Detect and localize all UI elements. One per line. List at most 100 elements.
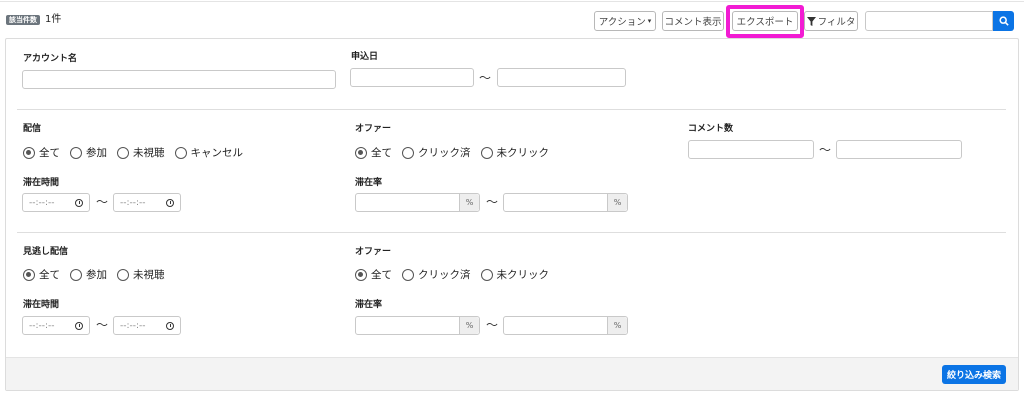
stay-time-to-input[interactable]: --:--:--	[113, 193, 181, 212]
clock-icon[interactable]	[166, 198, 174, 207]
radio-icon	[402, 268, 414, 281]
section-divider	[17, 232, 1006, 233]
radio-checked-icon	[23, 268, 35, 281]
clock-icon[interactable]	[75, 198, 83, 207]
filter-panel-footer	[6, 357, 1018, 390]
stay-rate-label: 滞在率	[355, 178, 383, 188]
stay-time-label: 滞在時間	[23, 300, 60, 310]
offer-radio-group: 全て クリック済 未クリック	[355, 267, 559, 282]
range-tilde: 〜	[486, 195, 499, 209]
top-divider	[0, 1, 1024, 2]
live-radio-cancel[interactable]: キャンセル	[174, 145, 244, 160]
live-radio-unwatched[interactable]: 未視聴	[117, 145, 165, 160]
offer-radio-clicked[interactable]: クリック済	[402, 145, 471, 160]
stay-time-from-input[interactable]: --:--:--	[22, 193, 90, 212]
apply-date-to-input[interactable]	[497, 68, 626, 87]
search-input[interactable]	[865, 11, 993, 31]
radio-label: 全て	[39, 269, 60, 281]
action-dropdown-button[interactable]: アクション ▾	[594, 11, 656, 31]
section-divider	[17, 109, 1006, 110]
comment-count-to-input[interactable]	[836, 140, 962, 159]
radio-icon	[480, 146, 493, 159]
replay-radio-group: 全て 参加 未視聴	[23, 267, 175, 282]
radio-icon	[174, 146, 187, 159]
action-label: アクション	[598, 17, 646, 28]
apply-date-from-input[interactable]	[350, 68, 474, 87]
offer-radio-clicked[interactable]: クリック済	[402, 267, 471, 282]
radio-label: 参加	[86, 147, 107, 159]
stay-time-label: 滞在時間	[23, 178, 60, 188]
radio-icon	[117, 268, 129, 281]
offer-radio-all[interactable]: 全て	[355, 267, 392, 282]
stay-time-to-input[interactable]: --:--:--	[113, 316, 181, 335]
result-count: 1件	[45, 14, 62, 25]
comment-display-button[interactable]: コメント表示	[662, 11, 724, 31]
stay-rate-from-input[interactable]: %	[355, 316, 480, 335]
offer-radio-group: 全て クリック済 未クリック	[355, 145, 559, 160]
radio-checked-icon	[23, 146, 35, 159]
range-tilde: 〜	[96, 195, 109, 209]
apply-date-label: 申込日	[351, 52, 379, 62]
chevron-down-icon: ▾	[647, 17, 652, 25]
search-button[interactable]	[993, 11, 1014, 31]
offer-radio-all[interactable]: 全て	[355, 145, 392, 160]
radio-checked-icon	[355, 268, 367, 281]
radio-icon	[480, 268, 493, 281]
stay-rate-to-input[interactable]: %	[503, 193, 628, 212]
clock-icon[interactable]	[166, 321, 174, 330]
stay-rate-to-input[interactable]: %	[503, 316, 628, 335]
percent-addon: %	[459, 194, 479, 211]
live-radio-group: 全て 参加 未視聴 キャンセル	[23, 145, 253, 160]
radio-icon	[70, 146, 82, 159]
radio-icon	[117, 146, 129, 159]
filter-button[interactable]: フィルタ	[804, 11, 858, 31]
filter-search-button[interactable]: 絞り込み検索	[942, 365, 1006, 384]
offer-label: オファー	[355, 247, 392, 257]
account-name-label: アカウント名	[23, 54, 78, 64]
live-radio-all[interactable]: 全て	[23, 145, 60, 160]
offer-radio-unclicked[interactable]: 未クリック	[480, 267, 550, 282]
search-icon	[998, 16, 1009, 26]
account-name-input[interactable]	[22, 70, 336, 89]
range-tilde: 〜	[486, 318, 499, 332]
replay-radio-unwatched[interactable]: 未視聴	[117, 267, 165, 282]
comment-count-from-input[interactable]	[688, 140, 814, 159]
live-label: 配信	[23, 124, 42, 134]
export-highlight	[726, 5, 804, 38]
percent-addon: %	[607, 194, 627, 211]
time-placeholder: --:--:--	[29, 320, 55, 331]
percent-addon: %	[607, 317, 627, 334]
radio-label: 全て	[371, 147, 392, 159]
radio-label: 参加	[86, 269, 107, 281]
radio-label: キャンセル	[190, 147, 244, 159]
stay-rate-from-input[interactable]: %	[355, 193, 480, 212]
comment-display-label: コメント表示	[664, 17, 722, 28]
live-radio-join[interactable]: 参加	[70, 145, 107, 160]
stay-rate-label: 滞在率	[355, 300, 383, 310]
range-tilde: 〜	[819, 143, 832, 157]
offer-radio-unclicked[interactable]: 未クリック	[480, 145, 550, 160]
replay-radio-all[interactable]: 全て	[23, 267, 60, 282]
clock-icon[interactable]	[75, 321, 83, 330]
radio-label: 全て	[371, 269, 392, 281]
replay-radio-join[interactable]: 参加	[70, 267, 107, 282]
range-tilde: 〜	[479, 71, 492, 85]
count-badge: 該当件数	[6, 15, 40, 25]
radio-label: 全て	[39, 147, 60, 159]
radio-label: クリック済	[418, 147, 471, 159]
filter-label: フィルタ	[817, 17, 856, 28]
radio-label: 未クリック	[496, 147, 550, 159]
radio-icon	[70, 268, 82, 281]
percent-addon: %	[459, 317, 479, 334]
radio-label: 未視聴	[133, 147, 165, 159]
comment-count-label: コメント数	[688, 124, 734, 134]
time-placeholder: --:--:--	[120, 197, 146, 208]
filter-panel	[5, 38, 1019, 391]
radio-icon	[402, 146, 414, 159]
radio-label: 未クリック	[496, 269, 550, 281]
time-placeholder: --:--:--	[29, 197, 55, 208]
radio-label: クリック済	[418, 269, 471, 281]
replay-label: 見逃し配信	[23, 247, 69, 257]
filter-icon	[806, 16, 816, 26]
stay-time-from-input[interactable]: --:--:--	[22, 316, 90, 335]
